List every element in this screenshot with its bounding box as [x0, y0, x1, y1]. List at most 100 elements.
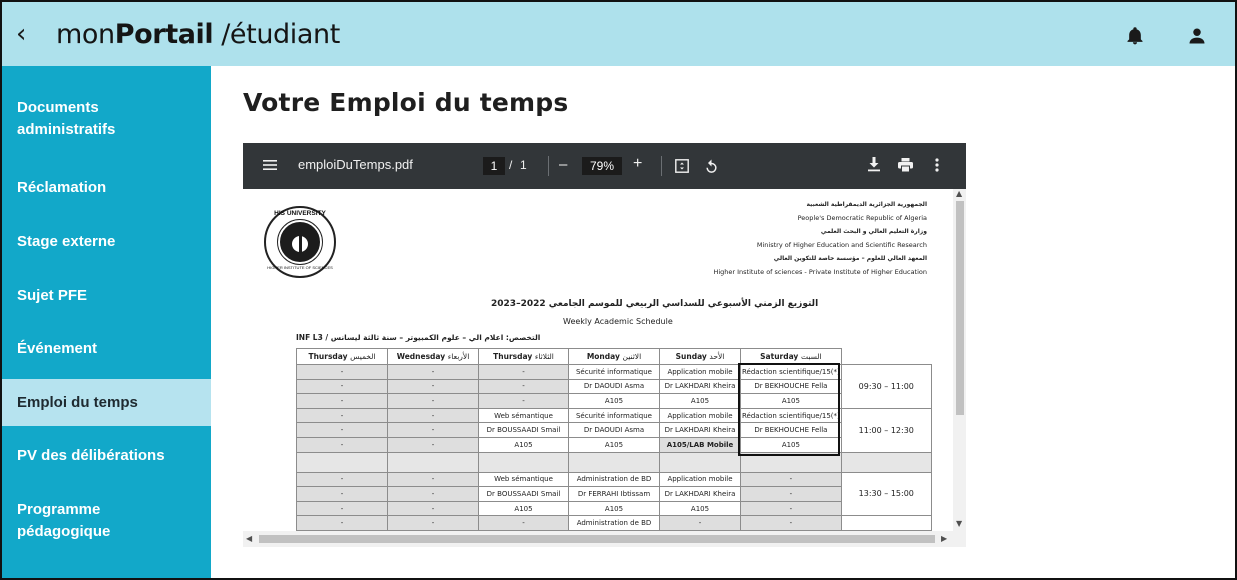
column-header: Thursday الخميس	[296, 348, 388, 365]
header-ar-line: المعهد العالي للعلوم – مؤسسة خاصة للتكوي…	[773, 255, 927, 262]
sidebar-item-programme-pedagogique[interactable]: Programme pédagogique	[2, 499, 211, 543]
vertical-scrollbar[interactable]: ▲ ▼	[953, 189, 966, 531]
more-options-icon[interactable]	[935, 158, 939, 172]
sidebar-item-label: Emploi du temps	[17, 393, 138, 411]
print-icon[interactable]	[898, 158, 913, 172]
app-window: ‹ mon Portail/étudiant Documents administ…	[0, 0, 1237, 580]
brand-bold: Portail	[114, 18, 214, 50]
scroll-down-icon[interactable]: ▼	[956, 519, 962, 528]
bell-icon[interactable]	[1125, 26, 1145, 46]
sidebar: Documents administratifs Réclamation Sta…	[2, 66, 211, 578]
table-cell: A105	[568, 393, 660, 409]
table-cell: Dr BOUSSAADI Smail	[478, 422, 569, 438]
rotate-icon[interactable]	[704, 158, 719, 173]
break-cell	[478, 451, 569, 473]
table-row: - - - Dr DAOUDI Asma Dr LAKHDARI Kheira …	[296, 378, 932, 395]
table-cell: -	[478, 364, 569, 380]
sidebar-item-label: Réclamation	[17, 179, 107, 196]
page-number-input[interactable]: 1	[483, 157, 505, 175]
sidebar-item-documents[interactable]: Documents administratifs	[2, 97, 211, 141]
sidebar-item-stage-externe[interactable]: Stage externe	[2, 229, 211, 255]
fit-page-icon[interactable]	[675, 159, 689, 173]
download-icon[interactable]	[867, 157, 881, 172]
header-ar-line: الجمهورية الجزائرية الديمقراطية الشعبية	[806, 201, 927, 208]
chevron-left-icon[interactable]: ‹	[16, 21, 36, 47]
table-cell: A105	[568, 436, 660, 453]
zoom-level-input[interactable]: 79%	[582, 157, 622, 175]
table-cell: Dr BEKHOUCHE Fella	[740, 422, 842, 438]
break-cell	[387, 451, 479, 473]
toolbar-divider	[548, 156, 549, 176]
table-row: - - - Sécurité informatique Application …	[296, 364, 932, 409]
table-cell: -	[296, 436, 388, 453]
horizontal-scroll-thumb[interactable]	[259, 535, 935, 543]
table-row: - - A105 A105 A105/LAB Mobile A105	[296, 436, 932, 453]
table-cell: -	[296, 393, 388, 409]
sidebar-item-label: PV des délibérations	[17, 447, 165, 464]
table-cell: Dr LAKHDARI Kheira	[659, 422, 741, 438]
table-cell: -	[296, 486, 388, 502]
column-header: Wednesday الأربعاء	[387, 348, 479, 365]
horizontal-scrollbar[interactable]: ◀ ▶	[243, 531, 966, 547]
header-en-line: People's Democratic Republic of Algeria	[797, 214, 927, 222]
table-cell: A105	[568, 500, 660, 517]
table-cell: Dr LAKHDARI Kheira	[659, 486, 741, 502]
break-row	[296, 451, 932, 473]
table-cell: -	[387, 515, 479, 531]
break-cell	[740, 451, 842, 473]
page-title: Votre Emploi du temps	[243, 88, 569, 117]
table-cell: Administration de BD	[568, 471, 660, 488]
sidebar-item-evenement[interactable]: Événement	[2, 336, 211, 362]
toolbar-divider	[661, 156, 662, 176]
zoom-in-button[interactable]: +	[633, 155, 642, 173]
table-row: - - Dr BOUSSAADI Smail Dr FERRAHI Ibtiss…	[296, 486, 932, 502]
sidebar-item-emploi-du-temps[interactable]: Emploi du temps	[2, 379, 211, 426]
table-row: - - Web sémantique Administration de BD …	[296, 471, 932, 517]
university-logo: HIS UNIVERSITY HIGHER INSTITUTE OF SCIEN…	[264, 206, 336, 278]
header-en-line: Higher Institute of sciences - Private I…	[713, 268, 927, 276]
sidebar-item-sujet-pfe[interactable]: Sujet PFE	[2, 283, 211, 309]
break-cell	[659, 451, 741, 473]
zoom-out-button[interactable]: –	[559, 156, 567, 173]
table-cell: A105	[740, 393, 842, 409]
column-header: Sunday الأحد	[659, 348, 741, 365]
top-header: ‹ mon Portail/étudiant	[2, 2, 1235, 66]
table-cell: Sécurité informatique	[568, 407, 660, 424]
schedule-table: Thursday الخميس Wednesday الأربعاء Thurs…	[296, 348, 932, 531]
sidebar-item-label: Stage externe	[17, 233, 116, 250]
header-actions	[1125, 26, 1207, 46]
table-cell: -	[296, 471, 388, 488]
scroll-up-icon[interactable]: ▲	[956, 189, 962, 198]
table-cell: Dr DAOUDI Asma	[568, 378, 660, 395]
table-cell: Dr LAKHDARI Kheira	[659, 378, 741, 395]
pdf-toolbar: emploiDuTemps.pdf 1 / 1 – 79% +	[243, 143, 966, 189]
column-header: Monday الاثنين	[568, 348, 660, 365]
table-cell: -	[740, 471, 842, 488]
table-cell: -	[387, 486, 479, 502]
table-cell: A105	[659, 393, 741, 409]
table-cell: -	[659, 515, 741, 531]
table-cell: -	[387, 407, 479, 424]
sidebar-item-pv-deliberations[interactable]: PV des délibérations	[2, 443, 211, 469]
table-cell: Sécurité informatique	[568, 364, 660, 380]
table-cell: -	[387, 422, 479, 438]
menu-icon[interactable]	[263, 158, 277, 172]
scroll-left-icon[interactable]: ◀	[246, 534, 252, 543]
table-cell: Dr BOUSSAADI Smail	[478, 486, 569, 502]
table-row: - - Web sémantique Sécurité informatique…	[296, 407, 932, 453]
table-cell: -	[740, 486, 842, 502]
scroll-right-icon[interactable]: ▶	[941, 534, 947, 543]
column-header: Thursday الثلاثاء	[478, 348, 569, 365]
user-icon[interactable]	[1187, 26, 1207, 46]
vertical-scroll-thumb[interactable]	[956, 201, 964, 415]
table-cell: -	[296, 378, 388, 395]
table-cell: -	[387, 378, 479, 395]
table-cell: -	[478, 393, 569, 409]
schedule-title-en: Weekly Academic Schedule	[563, 317, 673, 326]
table-header-row: Thursday الخميس Wednesday الأربعاء Thurs…	[296, 348, 932, 365]
header-spacer	[840, 348, 932, 365]
sidebar-item-reclamation[interactable]: Réclamation	[2, 175, 211, 201]
app-brand[interactable]: mon Portail/étudiant	[56, 19, 340, 50]
table-cell: A105	[659, 500, 741, 517]
break-cell	[296, 451, 388, 473]
